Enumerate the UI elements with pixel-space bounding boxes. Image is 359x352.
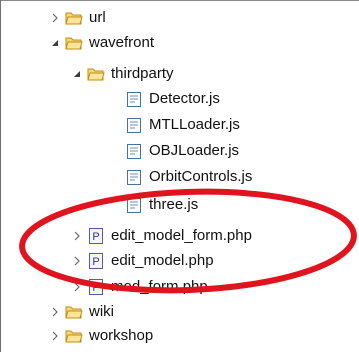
php-file-icon: P [87,252,105,270]
tree-item-label: mod_form.php [111,278,208,295]
tree-item-label: OBJLoader.js [149,142,240,159]
tree-item-label: edit_model.php [111,252,214,269]
folder-icon [65,303,83,321]
tree-item-workshop[interactable]: workshop [47,324,153,348]
js-file-icon [125,142,143,160]
folder-icon [65,327,83,345]
tree-item-edit-model-form-php[interactable]: P edit_model_form.php [69,224,252,248]
tree-item-detector-js[interactable]: Detector.js [125,87,220,111]
project-explorer-tree: url wavefront thirdparty Detector.js MTL… [0,0,359,352]
folder-open-icon [87,65,105,83]
folder-icon [65,9,83,27]
js-file-icon [125,90,143,108]
js-file-icon [125,196,143,214]
expand-arrow-icon[interactable] [69,279,85,295]
tree-item-label: thirdparty [111,65,174,82]
js-file-icon [125,116,143,134]
tree-item-url[interactable]: url [47,6,106,30]
tree-item-label: wavefront [89,34,155,51]
tree-item-edit-model-php[interactable]: P edit_model.php [69,249,214,273]
expand-arrow-icon[interactable] [69,253,85,269]
panel-border-left [0,0,1,352]
tree-item-label: edit_model_form.php [111,227,252,244]
tree-item-label: MTLLoader.js [149,116,240,133]
tree-item-objloader-js[interactable]: OBJLoader.js [125,139,239,163]
php-file-icon: P [87,278,105,296]
expand-arrow-icon[interactable] [47,304,63,320]
php-file-icon: P [87,227,105,245]
tree-item-label: three.js [149,196,199,213]
tree-item-label: workshop [89,327,154,344]
tree-item-label: Detector.js [149,90,220,107]
js-file-icon [125,168,143,186]
tree-item-label: OrbitControls.js [149,168,253,185]
folder-open-icon [65,34,83,52]
expand-arrow-icon[interactable] [47,328,63,344]
svg-text:P: P [92,256,99,268]
tree-item-mtlloader-js[interactable]: MTLLoader.js [125,113,240,137]
collapse-arrow-icon[interactable] [69,66,85,82]
expand-arrow-icon[interactable] [47,10,63,26]
tree-item-orbitcontrols-js[interactable]: OrbitControls.js [125,165,252,189]
tree-item-thirdparty[interactable]: thirdparty [69,62,174,86]
svg-text:P: P [92,231,99,243]
tree-item-label: wiki [89,303,114,320]
tree-item-wiki[interactable]: wiki [47,300,114,324]
collapse-arrow-icon[interactable] [47,35,63,51]
expand-arrow-icon[interactable] [69,228,85,244]
tree-item-three-js[interactable]: three.js [125,193,198,217]
svg-text:P: P [92,282,99,294]
panel-border-top [0,0,359,1]
tree-item-wavefront[interactable]: wavefront [47,31,154,55]
tree-item-mod-form-php[interactable]: P mod_form.php [69,275,208,299]
tree-item-label: url [89,9,106,26]
